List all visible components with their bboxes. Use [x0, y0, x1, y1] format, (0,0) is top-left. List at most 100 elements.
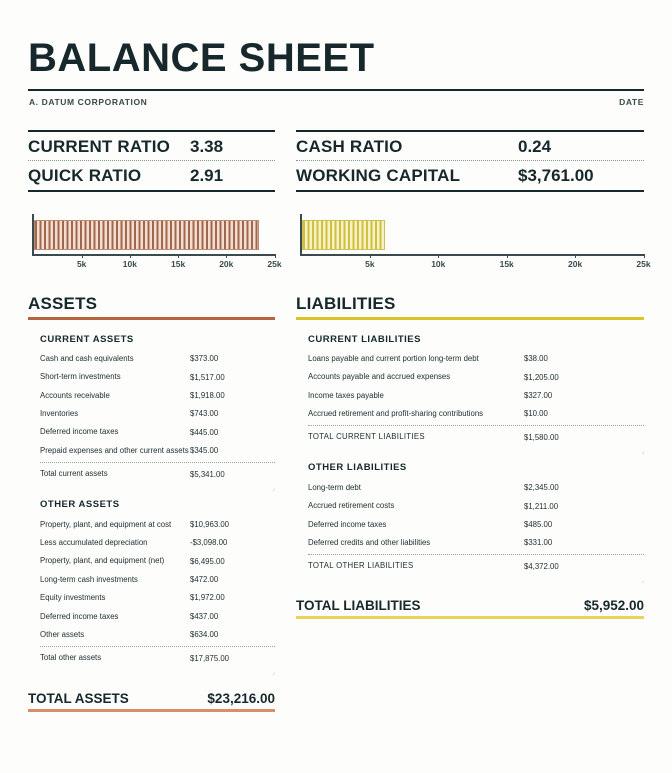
row-value: $1,205.00: [524, 372, 559, 382]
line-item-row: Prepaid expenses and other current asset…: [40, 441, 275, 459]
current-liabilities-title: CURRENT LIABILITIES: [308, 333, 421, 345]
row-label: Long-term cash investments: [40, 574, 138, 584]
row-label: Deferred income taxes: [40, 611, 119, 621]
balance-sheet-page: BALANCE SHEET A. DATUM CORPORATION DATE …: [0, 0, 672, 773]
ratio-label: WORKING CAPITAL: [296, 166, 461, 185]
ratio-row-working-capital: WORKING CAPITAL $3,761.00: [296, 161, 644, 191]
line-item-row: Property, plant, and equipment (net) $6,4…: [40, 552, 275, 570]
row-value: $472.00: [190, 575, 219, 585]
bar-total-liabilities: [301, 220, 385, 250]
row-value: $5,341.00: [190, 469, 225, 479]
line-item-row: Property, plant, and equipment at cost $1…: [40, 515, 275, 533]
row-value: $6,495.00: [190, 556, 225, 566]
row-end-marker: ⌟: [272, 486, 275, 493]
chart-plot: [296, 214, 644, 256]
row-value: $437.00: [190, 611, 219, 621]
row-label: Accrued retirement and profit-sharing co…: [308, 409, 484, 418]
liabilities-section-rule: [296, 317, 644, 320]
axis-tick: [575, 254, 577, 258]
row-value: $331.00: [524, 538, 553, 548]
row-label: Long-term debt: [308, 482, 361, 492]
ratio-block-left: CURRENT RATIO 3.38 QUICK RATIO 2.91: [28, 130, 275, 192]
other-assets-group: OTHER ASSETS Property, plant, and equipm…: [40, 499, 275, 676]
line-item-row: Deferred income taxes $445.00: [40, 423, 275, 441]
axis-tick: [81, 254, 83, 258]
row-value: -$3,098.00: [190, 538, 228, 548]
row-value: $1,211.00: [524, 501, 559, 511]
total-assets-row: TOTAL ASSETS $23,216.00: [28, 691, 275, 709]
ratio-value: 0.24: [518, 137, 552, 156]
total-liabilities-value: $5,952.00: [583, 598, 644, 613]
axis-tick: [226, 254, 228, 258]
row-value: $4,372.00: [524, 561, 559, 571]
axis-tick: [129, 254, 131, 258]
line-item-row: Long-term cash investments $472.00: [40, 570, 275, 588]
line-item-row: Equity investments $1,972.00: [40, 589, 275, 607]
other-liabilities-rows: Long-term debt $2,345.00 Accrued retiremen…: [308, 478, 644, 552]
current-liabilities-group: CURRENT LIABILITIES Loans payable and cu…: [308, 333, 644, 455]
other-liabilities-group: OTHER LIABILITIES Long-term debt $2,345.0…: [308, 462, 644, 584]
axis-tick-label: 15k: [171, 259, 186, 269]
bar-total-assets: [33, 220, 260, 250]
row-label: Accounts payable and accrued expenses: [308, 372, 451, 382]
total-assets-label: TOTAL ASSETS: [28, 691, 129, 706]
current-liabilities-total-row: TOTAL CURRENT LIABILITIES $1,580.00 ⌟: [308, 425, 644, 455]
row-label: Equity investments: [40, 593, 106, 603]
ratio-block-right: CASH RATIO 0.24 WORKING CAPITAL $3,761.0…: [296, 130, 644, 192]
row-end-marker: ⌟: [641, 449, 644, 456]
row-label: Deferred credits and other liabilities: [308, 537, 431, 547]
x-axis: [300, 254, 644, 256]
line-item-row: Long-term debt $2,345.00: [308, 478, 644, 496]
header-divider: [28, 89, 644, 91]
total-assets-block: TOTAL ASSETS $23,216.00: [28, 691, 275, 712]
row-label: Less accumulated depreciation: [40, 537, 148, 547]
line-item-row: Loans payable and current portion long-t…: [308, 350, 644, 368]
assets-section-rule: [28, 317, 275, 320]
row-label: TOTAL OTHER LIABILITIES: [308, 561, 414, 571]
line-item-row: Cash and cash equivalents $373.00: [40, 350, 275, 368]
ratio-value: 2.91: [190, 166, 224, 185]
liabilities-column: LIABILITIES CURRENT LIABILITIES Loans pa…: [296, 294, 644, 591]
line-item-row: Other assets $634.00: [40, 626, 275, 644]
row-label: Property, plant, and equipment at cost: [40, 519, 172, 529]
row-value: $445.00: [190, 427, 219, 437]
axis-tick: [506, 254, 508, 258]
axis-tick-label: 5k: [76, 259, 87, 269]
line-item-row: Inventories $743.00: [40, 405, 275, 423]
current-liabilities-rows: Loans payable and current portion long-t…: [308, 350, 644, 424]
total-liabilities-label: TOTAL LIABILITIES: [296, 598, 421, 613]
axis-tick: [274, 254, 276, 258]
current-assets-group: CURRENT ASSETS Cash and cash equivalents…: [40, 334, 275, 492]
row-label: Income taxes payable: [308, 390, 384, 400]
total-liabilities-rule: [296, 616, 644, 619]
date-label: DATE: [619, 97, 644, 107]
ratio-label: QUICK RATIO: [28, 166, 142, 185]
axis-tick-label: 15k: [499, 259, 514, 269]
total-liabilities-row: TOTAL LIABILITIES $5,952.00: [296, 598, 644, 616]
liabilities-section-title: LIABILITIES: [296, 294, 396, 313]
total-liabilities-block: TOTAL LIABILITIES $5,952.00: [296, 598, 644, 619]
row-end-marker: ⌟: [641, 578, 644, 585]
row-value: $17,875.00: [190, 653, 230, 663]
chart-plot: [28, 214, 275, 256]
axis-tick-label: 25k: [636, 259, 651, 269]
other-liabilities-total-row: TOTAL OTHER LIABILITIES $4,372.00 ⌟: [308, 554, 644, 584]
row-label: TOTAL CURRENT LIABILITIES: [308, 432, 425, 442]
row-value: $1,580.00: [524, 432, 559, 442]
row-label: Cash and cash equivalents: [40, 353, 134, 363]
row-label: Accrued retirement costs: [308, 501, 395, 511]
row-label: Other assets: [40, 629, 85, 639]
total-assets-rule: [28, 709, 275, 712]
page-title: BALANCE SHEET: [28, 36, 375, 80]
axis-tick-label: 10k: [122, 259, 137, 269]
axis-tick: [369, 254, 371, 258]
line-item-row: Accounts receivable $1,918.00: [40, 386, 275, 404]
ratio-value: $3,761.00: [518, 166, 594, 185]
other-assets-total-row: Total other assets $17,875.00 ⌟: [40, 645, 275, 676]
row-label: Total other assets: [40, 653, 102, 663]
row-label: Inventories: [40, 409, 79, 418]
other-assets-rows: Property, plant, and equipment at cost $1…: [40, 515, 275, 644]
axis-tick-label: 20k: [219, 259, 234, 269]
current-assets-rows: Cash and cash equivalents $373.00 Short-te…: [40, 350, 275, 460]
total-assets-value: $23,216.00: [207, 691, 275, 706]
